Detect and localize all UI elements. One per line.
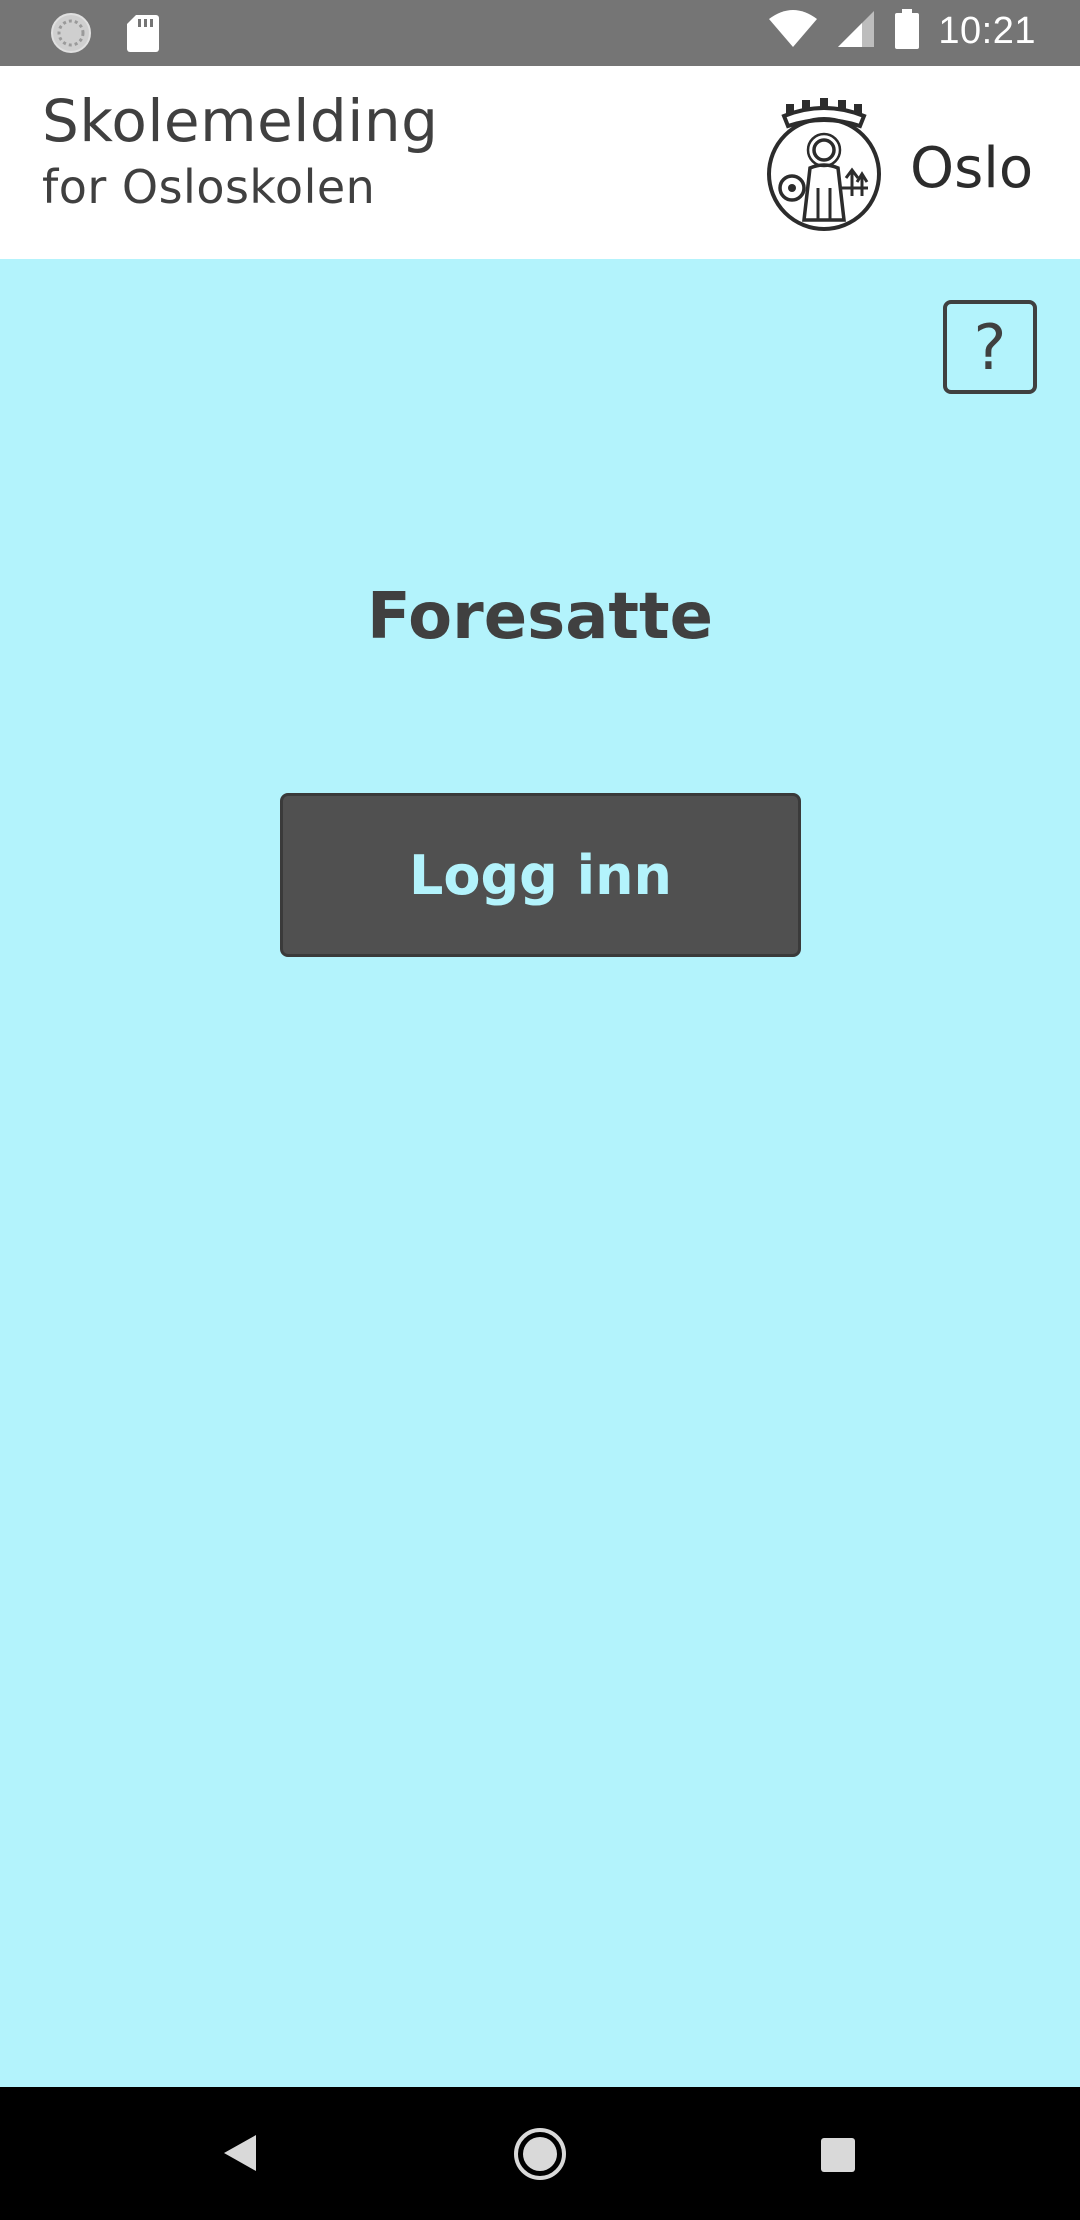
oslo-coat-of-arms-icon [762, 92, 886, 232]
status-right-icons: 10:21 [768, 8, 1036, 54]
app-subtitle: for Osloskolen [42, 160, 376, 214]
app-title: Skolemelding [42, 87, 439, 155]
cell-signal-icon [836, 9, 876, 53]
screen: 10:21 Skolemelding for Osloskolen Oslo ?… [0, 0, 1080, 2220]
status-bar: 10:21 [0, 0, 1080, 66]
oslo-brand-text: Oslo [910, 136, 1034, 201]
login-button-label: Logg inn [408, 843, 672, 907]
status-left-icons [50, 12, 160, 58]
sync-icon [50, 12, 92, 58]
home-icon[interactable] [513, 2127, 567, 2185]
wifi-icon [768, 9, 818, 53]
system-nav-bar [0, 2087, 1080, 2220]
help-button[interactable]: ? [943, 300, 1037, 394]
login-button[interactable]: Logg inn [280, 793, 801, 957]
battery-icon [894, 8, 920, 54]
sd-card-icon [126, 13, 160, 57]
app-header: Skolemelding for Osloskolen Oslo [0, 66, 1080, 259]
status-time: 10:21 [938, 9, 1036, 52]
recents-icon[interactable] [820, 2137, 856, 2177]
back-icon[interactable] [222, 2133, 258, 2177]
page-heading: Foresatte [367, 580, 713, 654]
